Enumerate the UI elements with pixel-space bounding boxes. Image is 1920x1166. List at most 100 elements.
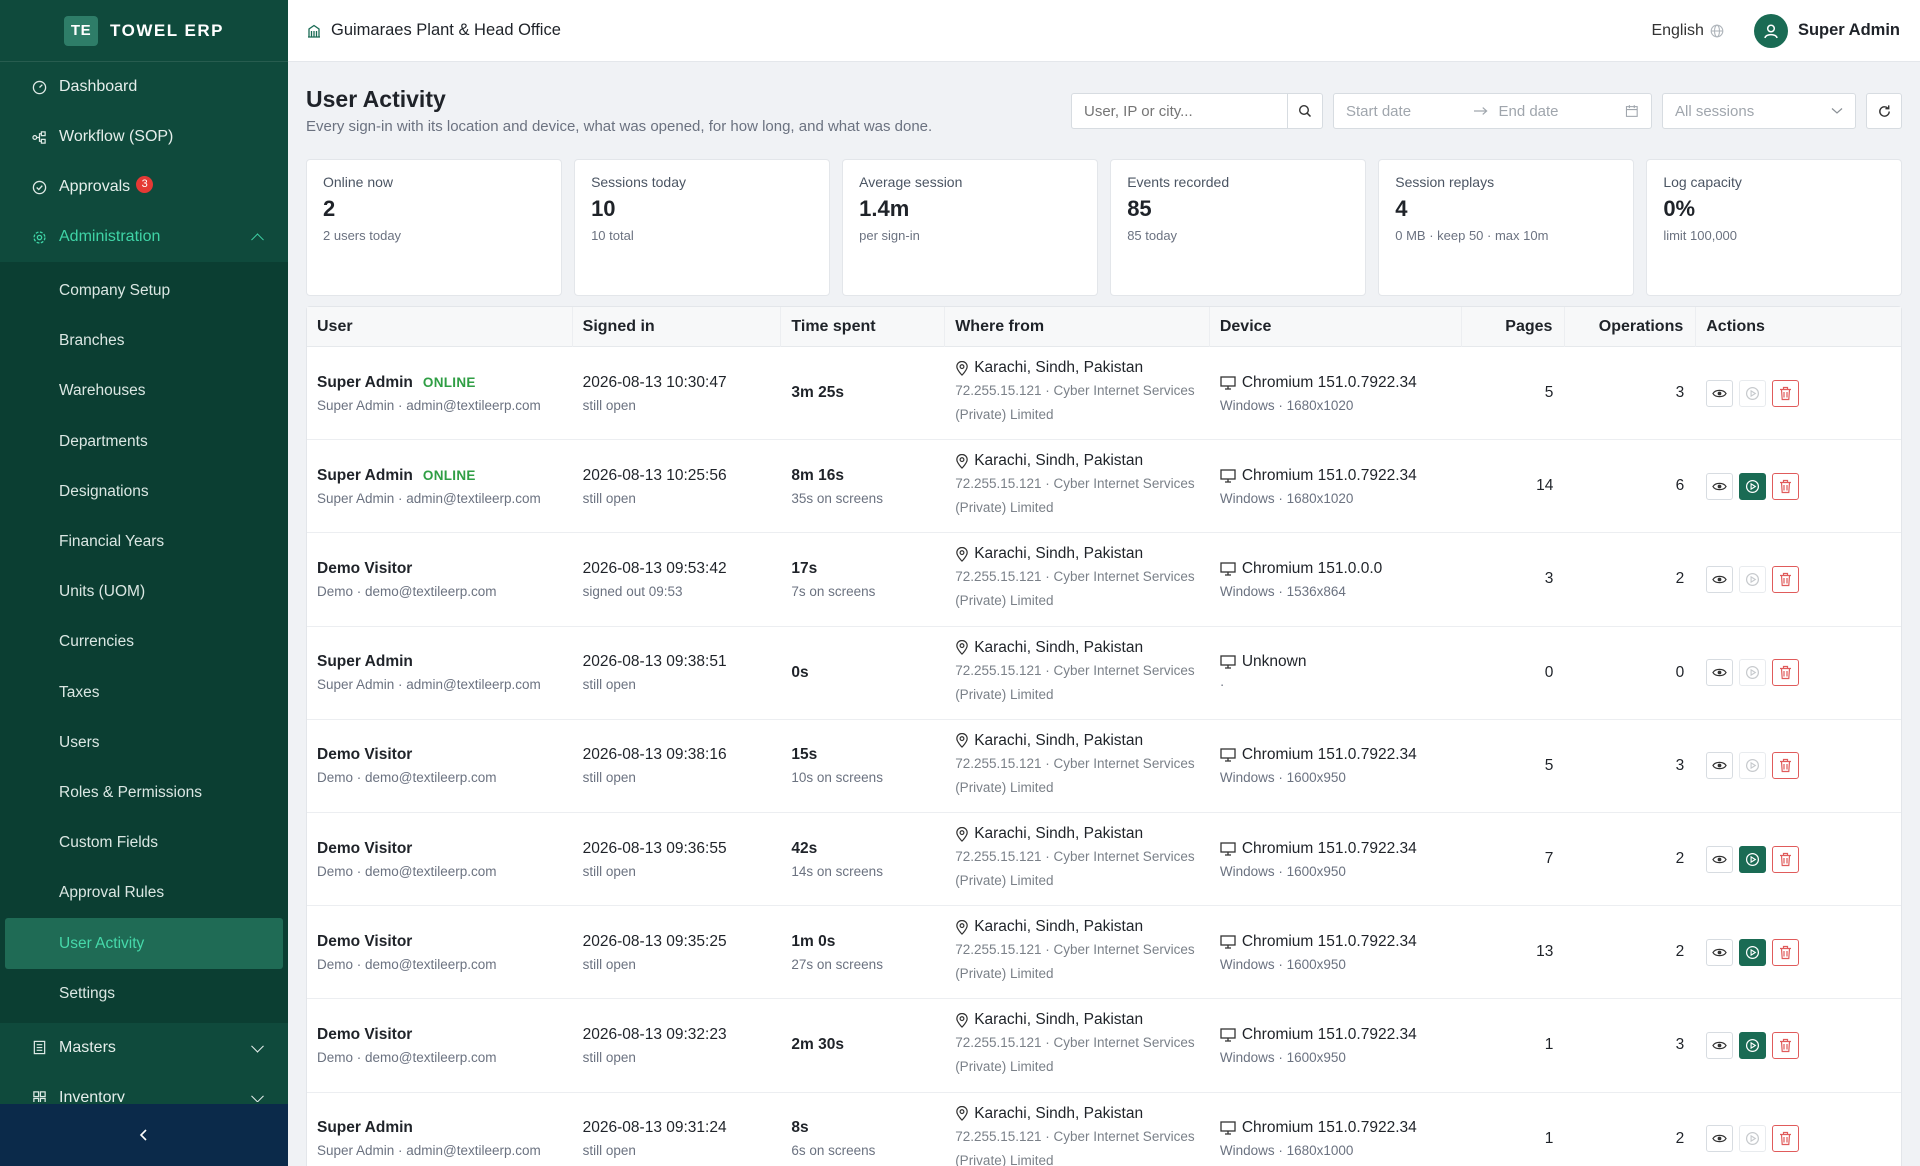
org-selector[interactable]: Guimaraes Plant & Head Office xyxy=(306,21,561,40)
delete-session-button[interactable] xyxy=(1772,938,1800,966)
view-session-button[interactable] xyxy=(1706,752,1734,780)
view-session-button[interactable] xyxy=(1706,472,1734,500)
user-name[interactable]: Demo Visitor xyxy=(317,560,412,578)
table-row[interactable]: Demo Visitor Demo · demo@textileerp.com 20… xyxy=(307,906,1901,1000)
collapse-sidebar-button[interactable] xyxy=(0,1104,288,1166)
column-header-operations[interactable]: Operations xyxy=(1565,306,1697,347)
column-header-where-from[interactable]: Where from xyxy=(945,306,1210,347)
view-session-button[interactable] xyxy=(1706,565,1734,593)
delete-session-button[interactable] xyxy=(1772,1031,1800,1059)
cell-time-spent: 0s xyxy=(781,664,945,682)
sidebar-item-currencies[interactable]: Currencies xyxy=(0,617,288,667)
user-name[interactable]: Super Admin xyxy=(317,653,413,671)
table-row[interactable]: Demo Visitor Demo · demo@textileerp.com 20… xyxy=(307,999,1901,1093)
sidebar-item-approvals[interactable]: Approvals 3 xyxy=(0,162,288,212)
table-row[interactable]: Super Admin Super Admin · admin@textileer… xyxy=(307,627,1901,720)
user-name[interactable]: Super Admin xyxy=(317,374,413,392)
table-row[interactable]: Super Admin Super Admin · admin@textileer… xyxy=(307,1093,1901,1166)
trash-icon xyxy=(1780,1131,1792,1146)
start-date-placeholder[interactable]: Start date xyxy=(1346,103,1463,120)
stat-value: 1.4m xyxy=(859,196,910,221)
delete-session-button[interactable] xyxy=(1772,1125,1800,1153)
user-email: Demo · demo@textileerp.com xyxy=(317,583,497,599)
replay-session-button[interactable] xyxy=(1739,565,1767,593)
view-session-button[interactable] xyxy=(1706,379,1734,407)
search-group xyxy=(1071,93,1323,129)
end-date-placeholder[interactable]: End date xyxy=(1498,103,1615,120)
sidebar-item-dashboard[interactable]: Dashboard xyxy=(0,62,288,112)
stat-label: Average session xyxy=(859,174,963,190)
sidebar-item-administration[interactable]: Administration xyxy=(0,212,288,262)
sidebar-item-inventory[interactable]: Inventory xyxy=(0,1073,288,1102)
sidebar-item-units[interactable]: Units (UOM) xyxy=(0,567,288,617)
replay-session-button[interactable] xyxy=(1739,752,1767,780)
sidebar-item-designations[interactable]: Designations xyxy=(0,467,288,517)
replay-session-button[interactable] xyxy=(1739,938,1767,966)
sidebar-item-settings[interactable]: Settings xyxy=(0,969,288,1019)
replay-session-button[interactable] xyxy=(1739,379,1767,407)
search-button[interactable] xyxy=(1287,93,1323,129)
avatar[interactable] xyxy=(1753,13,1788,48)
view-session-button[interactable] xyxy=(1706,1125,1734,1153)
sidebar-item-users[interactable]: Users xyxy=(0,718,288,768)
brand[interactable]: TE TOWEL ERP xyxy=(0,0,288,62)
delete-session-button[interactable] xyxy=(1772,472,1800,500)
replay-session-button[interactable] xyxy=(1739,1125,1767,1153)
view-session-button[interactable] xyxy=(1706,845,1734,873)
sidebar-item-custom-fields[interactable]: Custom Fields xyxy=(0,818,288,868)
sidebar-item-taxes[interactable]: Taxes xyxy=(0,668,288,718)
replay-session-button[interactable] xyxy=(1739,845,1767,873)
device-browser: Chromium 151.0.7922.34 xyxy=(1241,466,1417,484)
stat-hint: per sign-in xyxy=(859,228,920,243)
current-user-name[interactable]: Super Admin xyxy=(1798,21,1900,40)
table-row[interactable]: Super Admin ONLINE Super Admin · admin@tex… xyxy=(307,440,1901,534)
table-row[interactable]: Demo Visitor Demo · demo@textileerp.com 20… xyxy=(307,533,1901,627)
sidebar-item-masters[interactable]: Masters xyxy=(0,1023,288,1073)
search-input[interactable] xyxy=(1071,93,1287,129)
sessions-select[interactable]: All sessions xyxy=(1662,93,1856,129)
sidebar-item-roles[interactable]: Roles & Permissions xyxy=(0,768,288,818)
search-icon xyxy=(1298,104,1312,118)
delete-session-button[interactable] xyxy=(1772,845,1800,873)
column-header-pages[interactable]: Pages xyxy=(1462,306,1566,347)
sidebar-item-warehouses[interactable]: Warehouses xyxy=(0,366,288,416)
sidebar-item-approval-rules[interactable]: Approval Rules xyxy=(0,868,288,918)
user-name[interactable]: Demo Visitor xyxy=(317,840,412,858)
sidebar-item-departments[interactable]: Departments xyxy=(0,417,288,467)
view-session-button[interactable] xyxy=(1706,1031,1734,1059)
language-selector[interactable]: English xyxy=(1651,22,1724,40)
delete-session-button[interactable] xyxy=(1772,752,1800,780)
replay-session-button[interactable] xyxy=(1739,472,1767,500)
table-row[interactable]: Super Admin ONLINE Super Admin · admin@tex… xyxy=(307,347,1901,441)
user-name[interactable]: Super Admin xyxy=(317,467,413,485)
sidebar-item-company-setup[interactable]: Company Setup xyxy=(0,266,288,316)
sidebar-item-branches[interactable]: Branches xyxy=(0,316,288,366)
view-session-button[interactable] xyxy=(1706,659,1734,687)
sidebar-item-workflow[interactable]: Workflow (SOP) xyxy=(0,112,288,162)
view-session-button[interactable] xyxy=(1706,938,1734,966)
table-row[interactable]: Demo Visitor Demo · demo@textileerp.com 20… xyxy=(307,813,1901,907)
sidebar-item-user-activity[interactable]: User Activity xyxy=(5,918,283,969)
user-name[interactable]: Demo Visitor xyxy=(317,933,412,951)
user-name[interactable]: Demo Visitor xyxy=(317,746,412,764)
replay-session-button[interactable] xyxy=(1739,659,1767,687)
cell-signed-in: 2026-08-13 09:32:23 still open xyxy=(573,1026,782,1065)
table-row[interactable]: Demo Visitor Demo · demo@textileerp.com 20… xyxy=(307,720,1901,813)
column-header-device[interactable]: Device xyxy=(1210,306,1462,347)
replay-session-button[interactable] xyxy=(1739,1031,1767,1059)
user-email: Demo · demo@textileerp.com xyxy=(317,956,497,972)
user-name[interactable]: Super Admin xyxy=(317,1119,413,1137)
cell-operations: 3 xyxy=(1675,1036,1685,1054)
delete-session-button[interactable] xyxy=(1772,565,1800,593)
cell-signed-in: 2026-08-13 09:31:24 still open xyxy=(573,1119,782,1158)
play-circle-icon xyxy=(1746,945,1760,959)
user-name[interactable]: Demo Visitor xyxy=(317,1026,412,1044)
column-header-user[interactable]: User xyxy=(307,306,573,347)
sidebar-item-financial-years[interactable]: Financial Years xyxy=(0,517,288,567)
column-header-signed-in[interactable]: Signed in xyxy=(573,306,782,347)
delete-session-button[interactable] xyxy=(1772,379,1800,407)
delete-session-button[interactable] xyxy=(1772,659,1800,687)
date-range-picker[interactable]: Start date End date xyxy=(1333,93,1652,129)
refresh-button[interactable] xyxy=(1866,93,1902,129)
column-header-time-spent[interactable]: Time spent xyxy=(781,306,946,347)
